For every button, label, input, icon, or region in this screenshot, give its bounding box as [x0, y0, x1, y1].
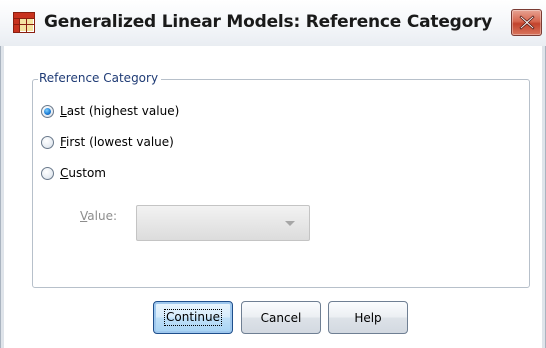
window-frame-right	[542, 46, 546, 348]
radio-label-first: First (lowest value)	[60, 135, 174, 149]
cancel-button[interactable]: Cancel	[241, 301, 321, 334]
title-bar[interactable]: Generalized Linear Models: Reference Cat…	[0, 0, 546, 47]
continue-button-label: Continue	[164, 309, 222, 326]
chevron-down-icon	[285, 221, 295, 226]
value-dropdown[interactable]	[136, 205, 310, 241]
help-button[interactable]: Help	[328, 301, 408, 334]
spss-grid-icon	[13, 12, 35, 33]
radio-first-lowest[interactable]: First (lowest value)	[41, 132, 174, 152]
radio-button[interactable]	[41, 166, 54, 180]
radio-button-selected[interactable]	[41, 104, 54, 118]
radio-button[interactable]	[41, 135, 54, 149]
radio-last-highest[interactable]: Last (highest value)	[41, 101, 179, 121]
dialog-window: Generalized Linear Models: Reference Cat…	[0, 0, 546, 348]
close-button[interactable]	[511, 9, 542, 36]
radio-label-last: Last (highest value)	[60, 104, 180, 118]
value-label: Value:	[80, 209, 117, 223]
continue-button[interactable]: Continue	[153, 301, 233, 334]
group-legend: Reference Category	[38, 70, 162, 87]
radio-custom[interactable]: Custom	[41, 163, 106, 183]
radio-label-custom: Custom	[60, 166, 106, 180]
window-title: Generalized Linear Models: Reference Cat…	[44, 12, 493, 32]
